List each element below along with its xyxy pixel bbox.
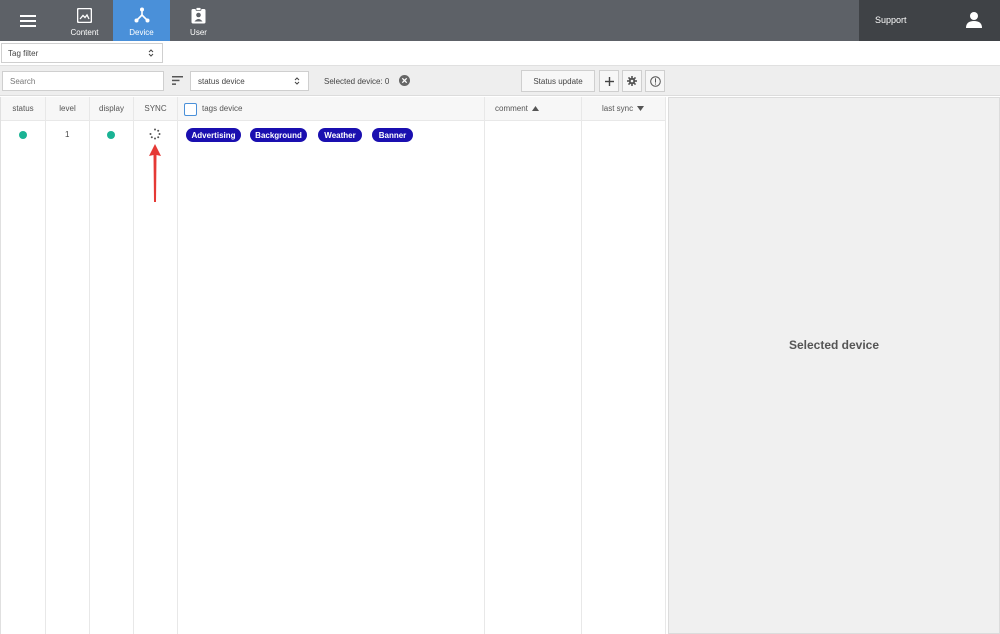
image-icon [77, 7, 92, 23]
badge-icon [191, 6, 206, 23]
sort-icon[interactable] [172, 76, 183, 85]
select-arrows-icon [294, 77, 300, 85]
status-update-button[interactable]: Status update [521, 70, 595, 92]
support-link[interactable]: Support [875, 15, 907, 25]
tag-filter-bar: Tag filter [0, 41, 1000, 66]
tag-advertising[interactable]: Advertising [186, 128, 241, 142]
column-header-level[interactable]: level [46, 97, 89, 120]
tag-banner[interactable]: Banner [372, 128, 413, 142]
clear-selection-icon[interactable] [399, 75, 410, 86]
device-toolbar: status device Selected device: 0 Status … [0, 66, 1000, 96]
network-icon [134, 7, 149, 23]
selected-device-count: Selected device: 0 [324, 77, 390, 86]
column-header-last-sync[interactable]: last sync [582, 97, 665, 120]
nav-tab-device[interactable]: Device [113, 0, 170, 41]
column-divider [581, 97, 582, 634]
annotation-arrow-icon [149, 144, 161, 202]
column-header-tags[interactable]: tags device [178, 97, 484, 120]
support-area: Support [859, 0, 1000, 41]
status-select-label: status device [198, 77, 245, 86]
tags-header-label: tags device [202, 104, 243, 113]
nav-tab-content[interactable]: Content [56, 0, 113, 41]
column-header-sync[interactable]: SYNC [134, 97, 177, 120]
menu-icon [20, 14, 36, 27]
header-divider [1, 120, 666, 121]
column-divider [177, 97, 178, 634]
status-device-select[interactable]: status device [190, 71, 309, 91]
column-header-display[interactable]: display [90, 97, 133, 120]
last-sync-header-label: last sync [602, 104, 634, 113]
info-button[interactable] [645, 70, 665, 92]
add-device-button[interactable] [599, 70, 619, 92]
hamburger-menu-button[interactable] [0, 0, 56, 41]
plus-icon [604, 76, 614, 86]
column-header-status[interactable]: status [1, 97, 45, 120]
tag-filter-label: Tag filter [8, 49, 39, 58]
status-online-indicator [19, 131, 27, 139]
user-profile-icon[interactable] [965, 11, 983, 29]
nav-tab-user[interactable]: User [170, 0, 227, 41]
sync-spinner-icon [149, 128, 161, 140]
comment-header-label: comment [495, 104, 528, 113]
nav-tab-label: Content [70, 28, 99, 37]
info-icon [649, 75, 661, 87]
gear-icon [627, 76, 637, 86]
nav-tab-label: User [190, 28, 207, 37]
search-input[interactable] [2, 71, 164, 91]
nav-tab-label: Device [129, 28, 154, 37]
device-table: status level display SYNC tags device co… [0, 97, 666, 634]
display-online-indicator [107, 131, 115, 139]
column-divider [665, 97, 666, 634]
tag-filter-select[interactable]: Tag filter [1, 43, 163, 63]
sort-ascending-icon [531, 106, 539, 111]
panel-title: Selected device [788, 338, 880, 352]
select-all-checkbox[interactable] [184, 103, 197, 116]
column-divider [133, 97, 134, 634]
top-navigation-bar: Content Device User Support [0, 0, 1000, 41]
settings-button[interactable] [622, 70, 642, 92]
tag-weather[interactable]: Weather [318, 128, 362, 142]
select-arrows-icon [148, 49, 154, 57]
column-divider [45, 97, 46, 634]
tag-background[interactable]: Background [250, 128, 307, 142]
level-value: 1 [65, 130, 70, 139]
column-header-comment[interactable]: comment [485, 97, 581, 120]
column-divider [484, 97, 485, 634]
column-divider [89, 97, 90, 634]
selected-device-panel: Selected device [668, 97, 1000, 634]
sort-descending-icon [637, 106, 645, 111]
